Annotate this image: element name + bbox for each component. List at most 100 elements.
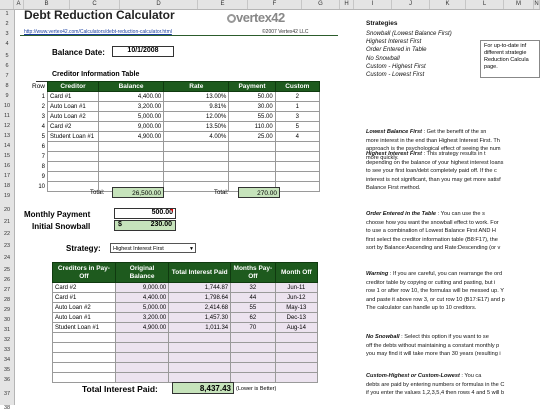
col-header-i[interactable]: I xyxy=(354,0,392,9)
creditor-custom-cell[interactable]: 1 xyxy=(274,101,321,112)
creditor-rate-cell[interactable] xyxy=(163,171,230,182)
creditor-custom-cell[interactable]: 2 xyxy=(274,91,321,102)
row-header-13[interactable]: 13 xyxy=(0,132,14,141)
col-header-n[interactable]: N xyxy=(534,0,540,9)
row-header-10[interactable]: 10 xyxy=(0,102,14,111)
row-header-35[interactable]: 35 xyxy=(0,366,14,375)
creditor-name-cell[interactable] xyxy=(47,171,99,182)
row-header-32[interactable]: 32 xyxy=(0,336,14,345)
creditor-payment-cell[interactable] xyxy=(228,141,276,152)
row-header-18[interactable]: 18 xyxy=(0,182,14,191)
row-header-11[interactable]: 11 xyxy=(0,112,14,121)
col-header-m[interactable]: M xyxy=(504,0,534,9)
row-header-36[interactable]: 36 xyxy=(0,376,14,385)
row-header-6[interactable]: 6 xyxy=(0,62,14,71)
row-header-17[interactable]: 17 xyxy=(0,172,14,181)
row-header-20[interactable]: 20 xyxy=(0,206,14,215)
row-header-34[interactable]: 34 xyxy=(0,356,14,365)
row-header-27[interactable]: 27 xyxy=(0,286,14,295)
col-header-h[interactable]: H xyxy=(340,0,354,9)
creditor-name-cell[interactable] xyxy=(47,161,99,172)
creditor-rate-cell[interactable]: 9.81% xyxy=(163,101,230,112)
row-header-23[interactable]: 23 xyxy=(0,242,14,251)
row-header-21[interactable]: 21 xyxy=(0,218,14,227)
row-header-2[interactable]: 2 xyxy=(0,20,14,29)
creditor-balance-cell[interactable] xyxy=(97,171,165,182)
col-header-l[interactable]: L xyxy=(466,0,504,9)
row-header-3[interactable]: 3 xyxy=(0,30,14,39)
col-header-j[interactable]: J xyxy=(392,0,430,9)
creditor-name-cell[interactable]: Card #2 xyxy=(47,121,99,132)
row-header-38[interactable]: 38 xyxy=(0,404,14,413)
monthly-payment-input[interactable]: 500.00 xyxy=(114,208,176,219)
row-header-30[interactable]: 30 xyxy=(0,316,14,325)
col-header-f[interactable]: F xyxy=(248,0,302,9)
creditor-rate-cell[interactable] xyxy=(163,161,230,172)
creditor-rate-cell[interactable]: 13.50% xyxy=(163,121,230,132)
creditor-payment-cell[interactable]: 25.00 xyxy=(228,131,276,142)
row-header-24[interactable]: 24 xyxy=(0,254,14,263)
strategy-select[interactable]: Highest Interest First ▼ xyxy=(110,243,196,253)
row-header-33[interactable]: 33 xyxy=(0,346,14,355)
creditor-custom-cell[interactable] xyxy=(274,181,321,192)
creditor-name-cell[interactable]: Student Loan #1 xyxy=(47,131,99,142)
row-header-19[interactable]: 19 xyxy=(0,192,14,201)
creditor-custom-cell[interactable] xyxy=(274,141,321,152)
creditor-balance-cell[interactable] xyxy=(97,151,165,162)
creditor-rate-cell[interactable]: 12.00% xyxy=(163,111,230,122)
creditor-name-cell[interactable]: Auto Loan #1 xyxy=(47,101,99,112)
col-header-a[interactable]: A xyxy=(14,0,24,9)
row-header-29[interactable]: 29 xyxy=(0,306,14,315)
creditor-payment-cell[interactable]: 30.00 xyxy=(228,101,276,112)
row-header-22[interactable]: 22 xyxy=(0,230,14,239)
row-header-12[interactable]: 12 xyxy=(0,122,14,131)
balance-date-input[interactable]: 10/1/2008 xyxy=(112,46,174,57)
creditor-balance-cell[interactable]: 4,400.00 xyxy=(97,91,165,102)
col-header-g[interactable]: G xyxy=(302,0,340,9)
creditor-balance-cell[interactable]: 9,000.00 xyxy=(97,121,165,132)
creditor-name-cell[interactable] xyxy=(47,141,99,152)
col-header-k[interactable]: K xyxy=(430,0,466,9)
creditor-rate-cell[interactable]: 13.00% xyxy=(163,91,230,102)
row-header-1[interactable]: 1 xyxy=(0,10,14,19)
row-header-25[interactable]: 25 xyxy=(0,266,14,275)
creditor-balance-cell[interactable]: 5,000.00 xyxy=(97,111,165,122)
row-header-15[interactable]: 15 xyxy=(0,152,14,161)
creditor-payment-cell[interactable]: 50.00 xyxy=(228,91,276,102)
creditor-name-cell[interactable]: Card #1 xyxy=(47,91,99,102)
creditor-rate-cell[interactable] xyxy=(163,141,230,152)
creditor-balance-cell[interactable]: 3,200.00 xyxy=(97,101,165,112)
creditor-rate-cell[interactable] xyxy=(163,151,230,162)
creditor-balance-cell[interactable] xyxy=(97,141,165,152)
row-header-4[interactable]: 4 xyxy=(0,40,14,49)
payoff-months-cell xyxy=(230,372,276,383)
creditor-balance-cell[interactable]: 4,900.00 xyxy=(97,131,165,142)
row-header-5[interactable]: 5 xyxy=(0,52,14,61)
row-header-26[interactable]: 26 xyxy=(0,276,14,285)
creditor-custom-cell[interactable] xyxy=(274,161,321,172)
creditor-name-cell[interactable]: Auto Loan #2 xyxy=(47,111,99,122)
creditor-payment-cell[interactable] xyxy=(228,161,276,172)
creditor-payment-cell[interactable] xyxy=(228,171,276,182)
row-header-9[interactable]: 9 xyxy=(0,92,14,101)
creditor-payment-cell[interactable]: 110.00 xyxy=(228,121,276,132)
creditor-payment-cell[interactable]: 55.00 xyxy=(228,111,276,122)
row-header-16[interactable]: 16 xyxy=(0,162,14,171)
chevron-down-icon[interactable]: ▼ xyxy=(189,244,194,254)
row-header-8[interactable]: 8 xyxy=(0,82,14,91)
creditor-custom-cell[interactable]: 3 xyxy=(274,111,321,122)
row-header-28[interactable]: 28 xyxy=(0,296,14,305)
creditor-custom-cell[interactable]: 5 xyxy=(274,121,321,132)
creditor-rate-cell[interactable]: 4.00% xyxy=(163,131,230,142)
row-header-14[interactable]: 14 xyxy=(0,142,14,151)
row-header-31[interactable]: 31 xyxy=(0,326,14,335)
col-header-e[interactable]: E xyxy=(198,0,248,9)
creditor-custom-cell[interactable]: 4 xyxy=(274,131,321,142)
row-header-37[interactable]: 37 xyxy=(0,390,14,399)
creditor-custom-cell[interactable] xyxy=(274,151,321,162)
creditor-custom-cell[interactable] xyxy=(274,171,321,182)
creditor-name-cell[interactable] xyxy=(47,151,99,162)
row-header-7[interactable]: 7 xyxy=(0,72,14,81)
creditor-balance-cell[interactable] xyxy=(97,161,165,172)
creditor-payment-cell[interactable] xyxy=(228,151,276,162)
